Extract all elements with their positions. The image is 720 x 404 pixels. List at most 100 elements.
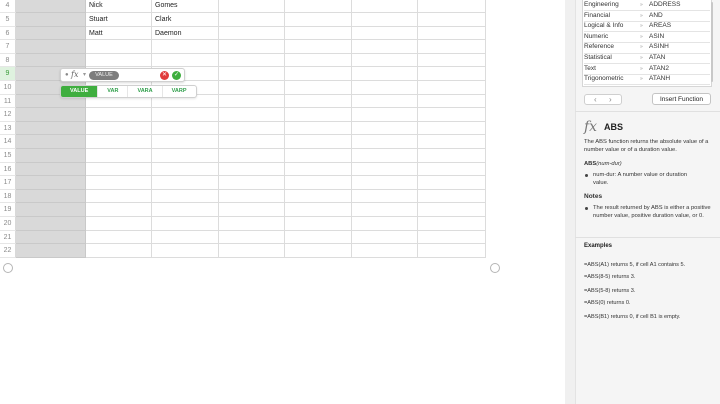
resize-table-handle[interactable] <box>490 263 500 273</box>
table-cell[interactable] <box>219 26 285 41</box>
function-category[interactable]: Numeric <box>584 32 608 43</box>
table-cell[interactable] <box>285 0 352 13</box>
row-number[interactable]: 7 <box>0 40 16 54</box>
table-cell[interactable] <box>219 13 285 27</box>
function-name[interactable]: ADDRESS <box>649 0 680 11</box>
table-cell[interactable] <box>352 149 418 163</box>
table-cell[interactable] <box>152 244 219 258</box>
table-cell[interactable] <box>418 81 486 95</box>
suggestion-item[interactable]: VAR <box>98 86 129 97</box>
table-cell[interactable] <box>219 217 285 231</box>
table-cell[interactable] <box>285 176 352 190</box>
row-number[interactable]: 20 <box>0 217 16 231</box>
function-category[interactable]: Financial <box>584 11 610 22</box>
table-cell[interactable]: Gomes <box>152 0 219 13</box>
table-cell[interactable] <box>86 203 152 217</box>
table-cell[interactable] <box>285 26 352 41</box>
insert-function-button[interactable]: Insert Function <box>652 93 711 105</box>
function-category[interactable]: Statistical <box>584 53 612 64</box>
table-cell[interactable] <box>352 176 418 190</box>
table-cell[interactable] <box>418 189 486 204</box>
function-list-item[interactable]: Trigonometric » ATANH <box>584 74 710 85</box>
row-number[interactable]: 11 <box>0 94 16 109</box>
table-cell[interactable] <box>352 13 418 27</box>
table-cell[interactable] <box>352 26 418 41</box>
table-cell[interactable] <box>352 162 418 177</box>
table-cell[interactable] <box>285 162 352 177</box>
table-cell[interactable] <box>285 149 352 163</box>
table-cell[interactable] <box>352 230 418 245</box>
row-number[interactable]: 18 <box>0 189 16 204</box>
table-cell[interactable] <box>285 94 352 109</box>
table-cell[interactable] <box>285 108 352 122</box>
row-number[interactable]: 22 <box>0 244 16 258</box>
table-cell[interactable] <box>152 108 219 122</box>
table-cell[interactable] <box>16 40 86 54</box>
table-cell[interactable] <box>16 203 86 217</box>
table-cell[interactable] <box>418 0 486 13</box>
table-cell[interactable] <box>219 176 285 190</box>
table-cell[interactable] <box>418 26 486 41</box>
table-cell[interactable] <box>219 121 285 136</box>
formula-token[interactable]: VALUE <box>89 71 119 80</box>
table-cell[interactable] <box>285 121 352 136</box>
row-number[interactable]: 9 <box>0 67 16 81</box>
table-cell[interactable] <box>285 81 352 95</box>
row-number[interactable]: 17 <box>0 176 16 190</box>
table-cell[interactable] <box>86 53 152 68</box>
table-cell[interactable] <box>418 135 486 149</box>
function-name[interactable]: ASINH <box>649 42 669 53</box>
table-cell[interactable] <box>152 217 219 231</box>
forward-icon[interactable]: › <box>609 95 612 105</box>
table-cell[interactable]: Nick <box>86 0 152 13</box>
table-cell[interactable] <box>219 53 285 68</box>
row-number[interactable]: 6 <box>0 26 16 41</box>
table-cell[interactable] <box>219 0 285 13</box>
table-cell[interactable] <box>16 230 86 245</box>
table-cell[interactable] <box>418 53 486 68</box>
table-cell[interactable] <box>16 149 86 163</box>
table-cell[interactable] <box>219 67 285 81</box>
table-cell[interactable] <box>16 244 86 258</box>
table-cell[interactable] <box>152 189 219 204</box>
row-number[interactable]: 13 <box>0 121 16 136</box>
table-cell[interactable] <box>418 67 486 81</box>
table-cell[interactable]: Daemon <box>152 26 219 41</box>
table-cell[interactable] <box>219 40 285 54</box>
function-category[interactable]: Text <box>584 64 596 75</box>
table-cell[interactable] <box>86 121 152 136</box>
table-cell[interactable] <box>352 135 418 149</box>
accept-formula-button[interactable]: ✓ <box>172 71 181 80</box>
table-cell[interactable] <box>219 189 285 204</box>
table-cell[interactable] <box>418 108 486 122</box>
table-cell[interactable] <box>86 108 152 122</box>
table-cell[interactable] <box>285 40 352 54</box>
cancel-formula-button[interactable]: ✕ <box>160 71 169 80</box>
table-cell[interactable] <box>418 217 486 231</box>
function-list-item[interactable]: Reference » ASINH <box>584 42 710 53</box>
function-list-item[interactable]: Numeric » ASIN <box>584 32 710 43</box>
table-cell[interactable] <box>352 121 418 136</box>
table-cell[interactable] <box>418 94 486 109</box>
table-cell[interactable] <box>16 189 86 204</box>
table-cell[interactable] <box>86 149 152 163</box>
function-category[interactable]: Logical & Info <box>584 21 623 32</box>
row-number[interactable]: 21 <box>0 230 16 245</box>
table-cell[interactable] <box>16 176 86 190</box>
table-cell[interactable] <box>418 176 486 190</box>
table-cell[interactable] <box>16 53 86 68</box>
function-name[interactable]: ATANH <box>649 74 670 85</box>
function-category[interactable]: Trigonometric <box>584 74 624 85</box>
row-number[interactable]: 19 <box>0 203 16 217</box>
row-number[interactable]: 8 <box>0 53 16 68</box>
function-list-item[interactable]: Statistical » ATAN <box>584 53 710 64</box>
add-row-handle[interactable] <box>3 263 13 273</box>
table-cell[interactable] <box>352 53 418 68</box>
row-number[interactable]: 15 <box>0 149 16 163</box>
suggestion-item[interactable]: VARP <box>163 86 196 97</box>
table-cell[interactable] <box>352 203 418 217</box>
function-name[interactable]: ASIN <box>649 32 664 43</box>
table-cell[interactable]: Clark <box>152 13 219 27</box>
table-cell[interactable] <box>86 230 152 245</box>
table-cell[interactable] <box>152 135 219 149</box>
